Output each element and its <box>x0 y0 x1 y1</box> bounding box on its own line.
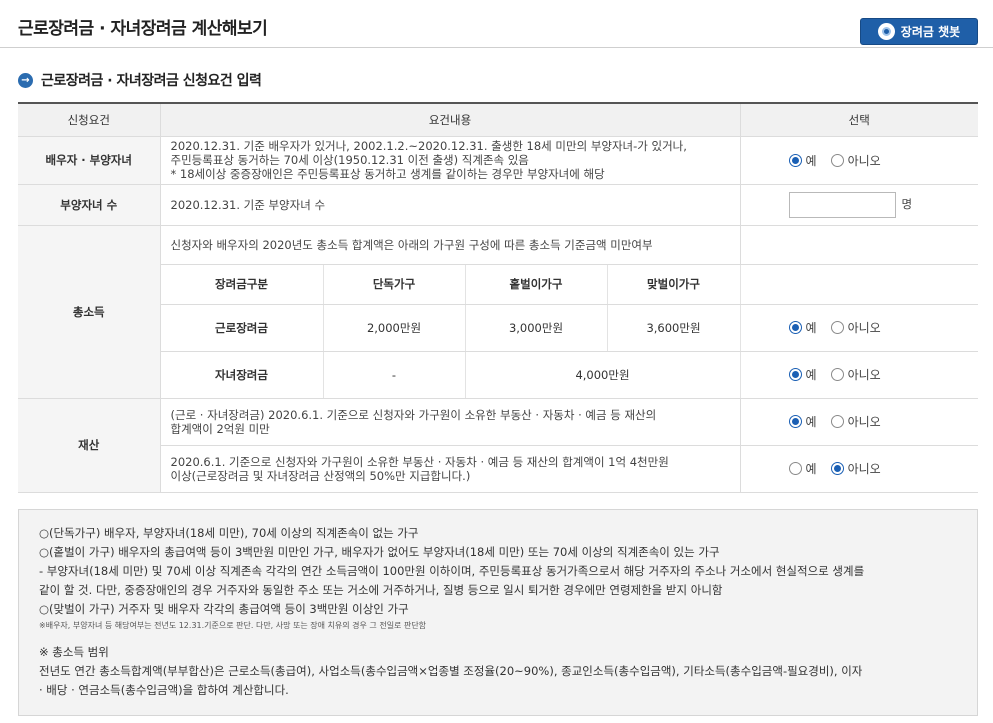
header-requirement: 신청요건 <box>18 102 160 137</box>
income-range-line-2: · 배당 · 연금소득(총수입금액)을 합하여 계산합니다. <box>39 683 289 697</box>
child-yes-radio[interactable] <box>788 368 802 381</box>
earned-yes-radio[interactable] <box>788 321 802 334</box>
spouse-line-2: 주민등록표상 동거하는 70세 이상(1950.12.31 이전 출생) 직계존… <box>170 153 529 167</box>
property-2-no-label: 아니오 <box>847 462 881 476</box>
spouse-dependents-content: 2020.12.31. 기준 배우자가 있거나, 2002.1.2.~2020.… <box>160 136 741 185</box>
header-choice: 선택 <box>740 102 979 137</box>
spouse-no-label: 아니오 <box>847 153 881 168</box>
children-count-input[interactable] <box>788 191 896 218</box>
earned-no-label: 아니오 <box>847 321 881 335</box>
row-property-2: 2020.6.1. 기준으로 신청자와 가구원이 소유한 부동산 · 자동차 ·… <box>18 445 979 493</box>
property-content-1: (근로 · 자녀장려금) 2020.6.1. 기준으로 신청자와 가구원이 소유… <box>160 398 741 446</box>
earned-one-earner: 3,000만원 <box>465 304 608 352</box>
requirements-table: 신청요건 요건내용 선택 배우자 · 부양자녀 2020.12.31. 기준 배… <box>18 102 979 493</box>
earned-single: 2,000만원 <box>323 304 466 352</box>
spouse-yes-radio[interactable] <box>788 153 802 167</box>
inner-header-type: 장려금구분 <box>160 264 324 305</box>
section-header: → 근로장려금 · 자녀장려금 신청요건 입력 <box>18 70 262 90</box>
property-2-line-1: 2020.6.1. 기준으로 신청자와 가구원이 소유한 부동산 · 자동차 ·… <box>170 454 669 469</box>
property-label: 재산 <box>18 398 161 493</box>
row-income-desc: 총소득 신청자와 배우자의 2020년도 총소득 합계액은 아래의 가구원 구성… <box>18 225 979 399</box>
spouse-choice: 예 아니오 <box>740 136 979 185</box>
note-line-4: 같이 할 것. 다만, 중증장애인의 경우 거주자와 동일한 주소 또는 거소에… <box>39 583 723 597</box>
note-line-3: - 부양자녀(18세 미만) 및 70세 이상 직계존속 각각의 연간 소득금액… <box>39 564 865 578</box>
inner-header-one-earner: 홑벌이가구 <box>465 264 608 305</box>
property-1-yes-radio[interactable] <box>788 415 802 428</box>
row-spouse-dependents: 배우자 · 부양자녀 2020.12.31. 기준 배우자가 있거나, 2002… <box>18 136 979 185</box>
property-2-choice: 예 아니오 <box>740 445 979 493</box>
income-range-line-1: 전년도 연간 총소득합계액(부부합산)은 근로소득(총급여), 사업소득(총수입… <box>39 664 863 678</box>
note-line-1: ○(단독가구) 배우자, 부양자녀(18세 미만), 70세 이상의 직계존속이… <box>39 526 419 540</box>
property-2-no-radio[interactable] <box>830 462 844 475</box>
child-no-label: 아니오 <box>847 368 881 382</box>
property-1-no-radio[interactable] <box>830 415 844 428</box>
spouse-no-radio[interactable] <box>830 153 844 167</box>
note-small: ※배우자, 부양자녀 등 해당여부는 전년도 12.31.기준으로 판단. 다만… <box>39 621 427 630</box>
child-label: 자녀장려금 <box>160 351 324 399</box>
spouse-line-1: 2020.12.31. 기준 배우자가 있거나, 2002.1.2.~2020.… <box>170 139 687 153</box>
income-row-earned: 근로장려금 2,000만원 3,000만원 3,600만원 예 아니오 <box>18 304 979 352</box>
property-1-line-1: (근로 · 자녀장려금) 2020.6.1. 기준으로 신청자와 가구원이 소유… <box>170 407 657 422</box>
note-line-5: ○(맞벌이 가구) 거주자 및 배우자 각각의 총급여액 등이 3백만원 이상인… <box>39 602 409 616</box>
notes-box: ○(단독가구) 배우자, 부양자녀(18세 미만), 70세 이상의 직계존속이… <box>18 509 978 716</box>
row-property-1: 재산 (근로 · 자녀장려금) 2020.6.1. 기준으로 신청자와 가구원이… <box>18 398 979 493</box>
child-single: - <box>323 351 466 399</box>
child-yes-label: 예 <box>805 368 817 382</box>
chatbot-label: 장려금 챗봇 <box>900 25 961 39</box>
children-count-unit: 명 <box>901 197 913 211</box>
earned-label: 근로장려금 <box>160 304 324 352</box>
income-row-child: 자녀장려금 - 4,000만원 예 아니오 <box>18 351 979 399</box>
children-count-label: 부양자녀 수 <box>18 184 161 226</box>
spouse-dependents-label: 배우자 · 부양자녀 <box>18 136 161 185</box>
chatbot-button[interactable]: 장려금 챗봇 <box>860 18 978 45</box>
earned-yes-label: 예 <box>805 321 817 335</box>
property-1-yes-label: 예 <box>805 415 817 429</box>
child-choice: 예 아니오 <box>740 351 979 399</box>
property-content-2: 2020.6.1. 기준으로 신청자와 가구원이 소유한 부동산 · 자동차 ·… <box>160 445 741 493</box>
property-1-choice: 예 아니오 <box>740 398 979 446</box>
chatbot-icon <box>877 23 895 40</box>
property-1-no-label: 아니오 <box>847 415 881 429</box>
page-title: 근로장려금 · 자녀장려금 계산해보기 <box>18 19 268 39</box>
spouse-line-3: * 18세이상 중증장애인은 주민등록표상 동거하고 생계를 같이하는 경우만 … <box>170 167 605 181</box>
income-range-title: ※ 총소득 범위 <box>39 645 109 659</box>
inner-header-choice <box>740 264 979 305</box>
earned-no-radio[interactable] <box>830 321 844 334</box>
child-merged: 4,000만원 <box>465 351 741 399</box>
section-title: 근로장려금 · 자녀장려금 신청요건 입력 <box>41 73 262 89</box>
property-2-yes-label: 예 <box>805 462 817 476</box>
property-1-line-2: 합계액이 2억원 미만 <box>170 421 270 436</box>
earned-choice: 예 아니오 <box>740 304 979 352</box>
children-count-content: 2020.12.31. 기준 부양자녀 수 <box>160 184 741 226</box>
header-content: 요건내용 <box>159 102 741 137</box>
property-2-line-2: 이상(근로장려금 및 자녀장려금 산정액의 50%만 지급합니다.) <box>170 468 471 483</box>
row-children-count: 부양자녀 수 2020.12.31. 기준 부양자녀 수 명 <box>18 184 979 226</box>
inner-header-dual: 맞벌이가구 <box>607 264 741 305</box>
income-desc: 신청자와 배우자의 2020년도 총소득 합계액은 아래의 가구원 구성에 따른… <box>160 225 741 265</box>
note-line-2: ○(홑벌이 가구) 배우자의 총급여액 등이 3백만원 미만인 가구, 배우자가… <box>39 545 720 559</box>
child-no-radio[interactable] <box>830 368 844 381</box>
earned-dual: 3,600만원 <box>607 304 741 352</box>
property-2-yes-radio[interactable] <box>788 462 802 475</box>
children-count-choice: 명 <box>740 184 979 226</box>
income-label: 총소득 <box>18 225 161 399</box>
income-desc-choice <box>740 225 979 265</box>
arrow-right-icon: → <box>18 72 33 88</box>
income-inner-header: 장려금구분 단독가구 홑벌이가구 맞벌이가구 <box>18 264 979 305</box>
top-bar: 근로장려금 · 자녀장려금 계산해보기 장려금 챗봇 <box>0 0 993 48</box>
spouse-yes-label: 예 <box>805 153 817 168</box>
inner-header-single: 단독가구 <box>323 264 466 305</box>
